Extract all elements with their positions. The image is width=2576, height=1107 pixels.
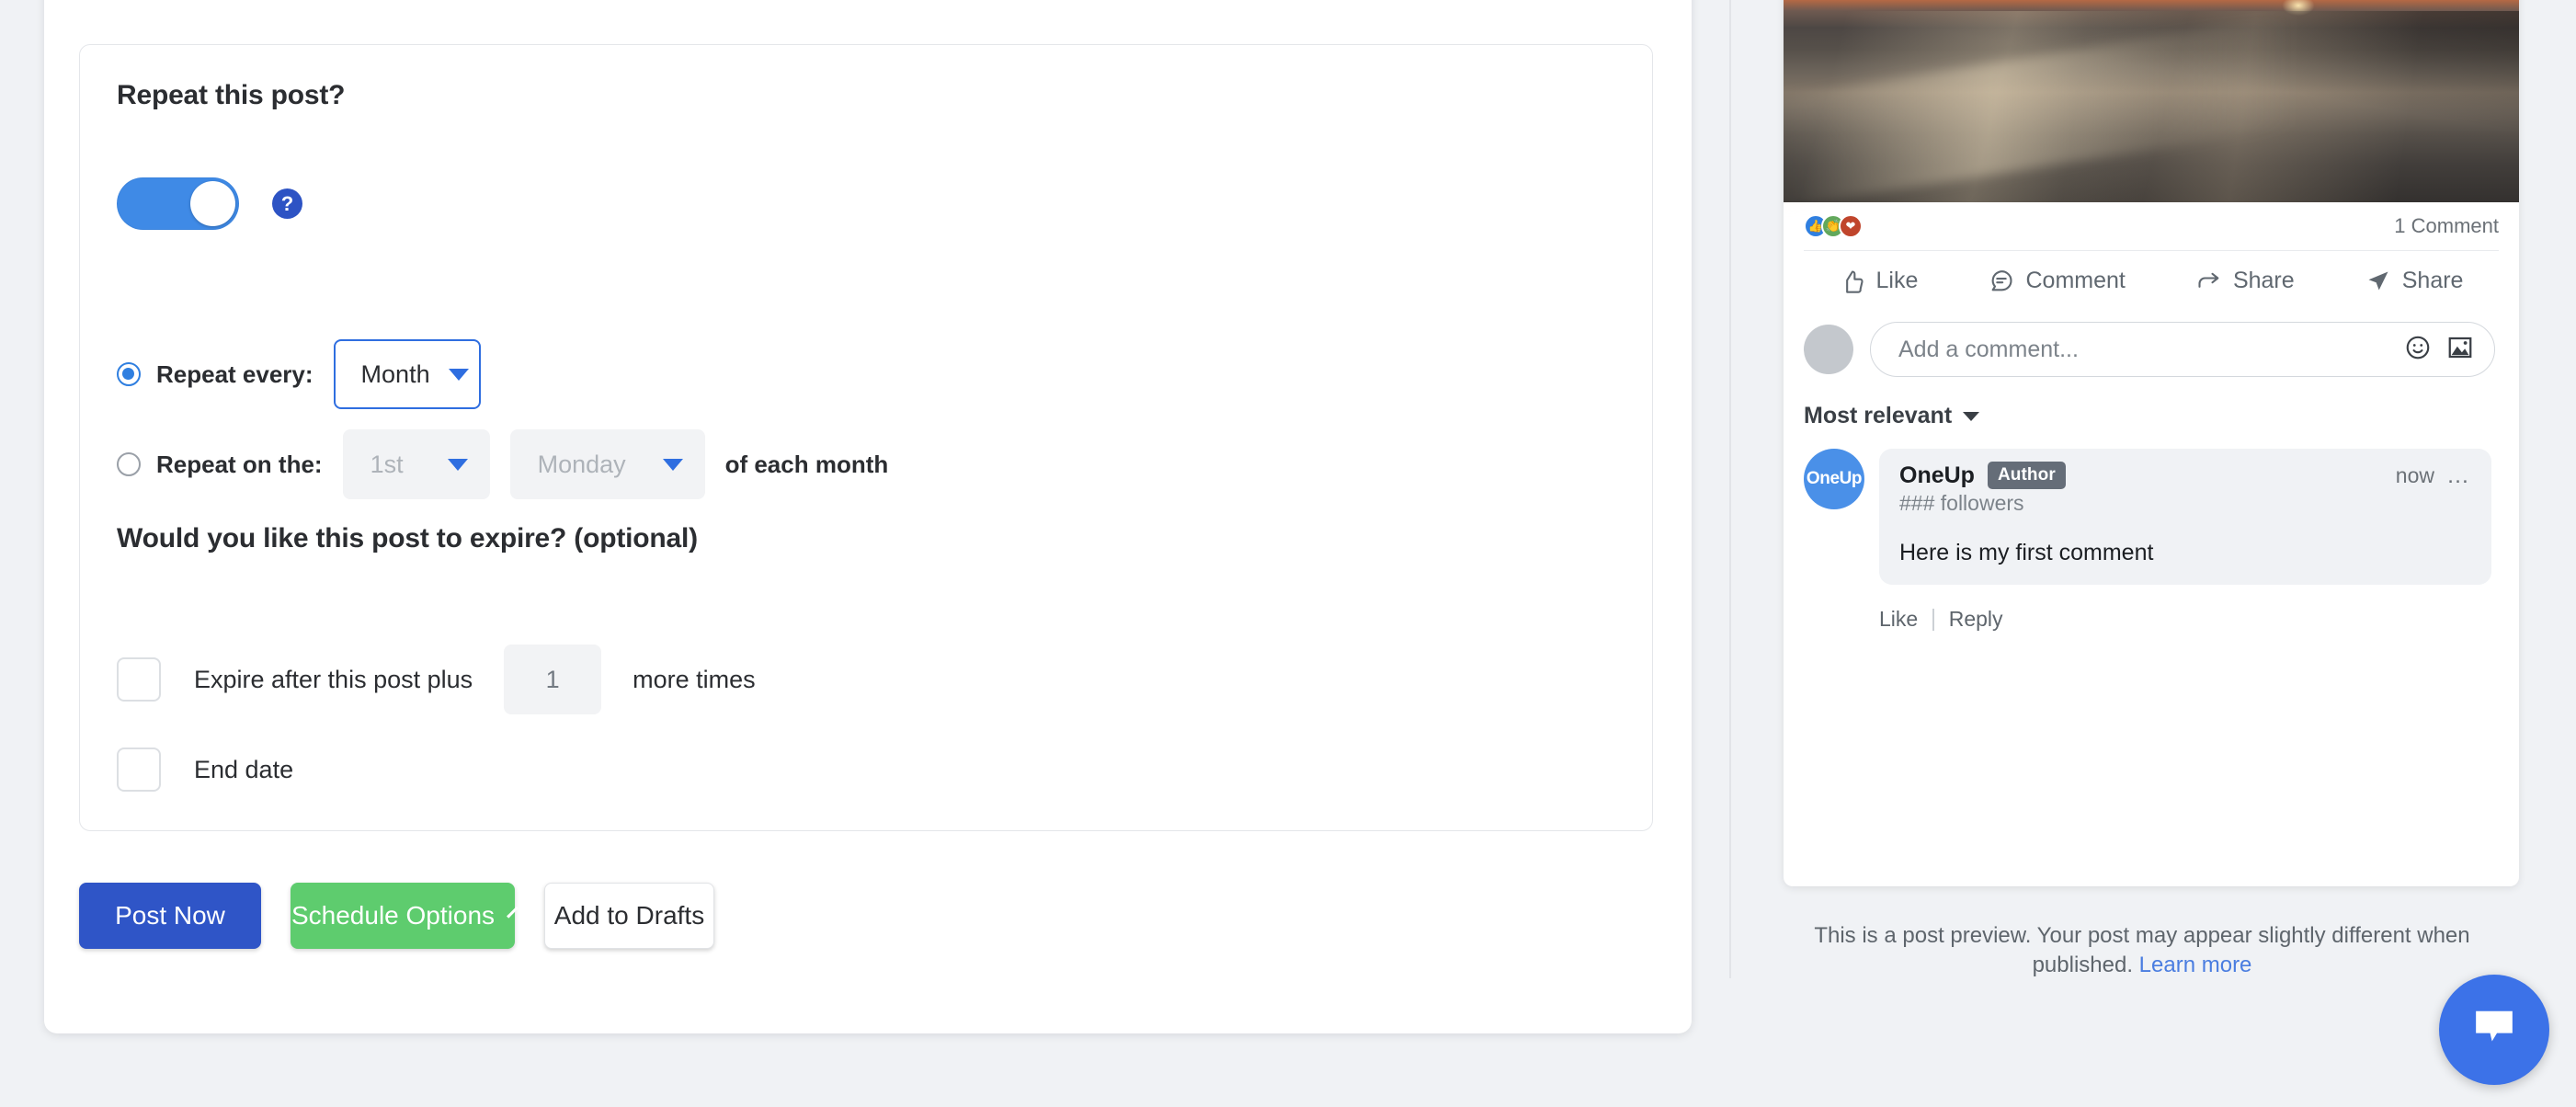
comment-meta: now …: [2396, 463, 2471, 488]
chat-bubble-icon: [2468, 1002, 2520, 1058]
comment-header: OneUp Author now …: [1899, 462, 2471, 489]
repeat-interval-select[interactable]: Month: [333, 339, 481, 409]
comment-like-link[interactable]: Like: [1879, 607, 1918, 632]
arrow-share-icon: [2196, 268, 2222, 294]
post-image: [1784, 0, 2519, 212]
comment-bubble: OneUp Author now … ### followers Here is…: [1879, 449, 2491, 585]
speech-bubble-icon: [1989, 268, 2014, 294]
repeat-interval-value: Month: [360, 359, 430, 388]
repeat-toggle-row: ?: [117, 177, 302, 230]
repeat-on-the-label: Repeat on the:: [156, 450, 323, 478]
comment-author-name: OneUp: [1899, 462, 1975, 488]
end-date-checkbox[interactable]: [117, 748, 161, 792]
more-options-icon[interactable]: …: [2446, 464, 2471, 487]
add-to-drafts-button[interactable]: Add to Drafts: [544, 883, 714, 949]
repeat-every-row: Repeat every: Month: [117, 339, 481, 409]
repeat-on-the-radio[interactable]: [117, 452, 141, 476]
share-button-label: Share: [2232, 268, 2295, 293]
thumbs-up-icon: [1840, 268, 1865, 294]
learn-more-link[interactable]: Learn more: [2139, 953, 2252, 977]
post-now-button[interactable]: Post Now: [79, 883, 261, 949]
author-badge: Author: [1987, 462, 2066, 489]
post-action-bar: Like Comment Share Share: [1804, 250, 2499, 311]
divider: [1932, 608, 1934, 631]
emoji-smiley-icon[interactable]: [2404, 334, 2432, 366]
comment-input[interactable]: Add a comment...: [1870, 322, 2495, 377]
schedule-options-label: Schedule Options: [291, 901, 496, 930]
repeat-every-label: Repeat every:: [156, 359, 313, 388]
avatar: [1804, 325, 1853, 374]
ordinal-value: 1st: [370, 450, 404, 478]
comment-list-item: OneUp OneUp Author now … ### followers H…: [1804, 449, 2491, 585]
repeat-post-panel: Repeat this post? ? Repeat every: Month: [79, 44, 1653, 831]
comment-actions: Like Reply: [1879, 607, 2003, 632]
reaction-icons: 👍 👏 ❤: [1804, 214, 1863, 238]
repeat-section-title: Repeat this post?: [117, 80, 346, 110]
repeat-on-the-row: Repeat on the: 1st Monday of each month: [117, 429, 888, 499]
expire-after-checkbox[interactable]: [117, 657, 161, 702]
toggle-knob: [190, 181, 235, 226]
avatar: OneUp: [1804, 449, 1864, 509]
comment-count-label: 1 Comment: [2394, 214, 2499, 237]
expire-after-label: Expire after this post plus: [194, 665, 473, 693]
comment-sort-label: Most relevant: [1804, 403, 1953, 428]
reactions-row: 👍 👏 ❤ 1 Comment: [1784, 202, 2519, 250]
chevron-down-icon: [1963, 411, 1980, 421]
ordinal-select[interactable]: 1st: [342, 429, 490, 499]
expire-after-row: Expire after this post plus 1 more times: [117, 645, 756, 714]
chevron-down-icon: [507, 906, 519, 919]
expire-count-input[interactable]: 1: [504, 645, 602, 714]
weekday-select[interactable]: Monday: [509, 429, 705, 499]
comment-sort-dropdown[interactable]: Most relevant: [1804, 403, 1980, 429]
schedule-options-button[interactable]: Schedule Options: [291, 883, 519, 949]
end-date-label: End date: [194, 755, 294, 783]
of-each-month-label: of each month: [724, 450, 889, 478]
share-button[interactable]: Share: [2196, 268, 2295, 294]
repeat-post-toggle[interactable]: [117, 177, 239, 230]
comment-button[interactable]: Comment: [1989, 268, 2126, 294]
comment-followers: ### followers: [1899, 491, 2024, 515]
repeat-every-radio[interactable]: [117, 362, 141, 386]
love-reaction-icon: ❤: [1839, 214, 1863, 238]
chevron-down-icon: [447, 458, 468, 471]
expire-section-title: Would you like this post to expire? (opt…: [117, 523, 698, 554]
comment-button-label: Comment: [2025, 268, 2126, 293]
page-root: Repeat this post? ? Repeat every: Month: [0, 0, 2576, 1107]
composer-card: Repeat this post? ? Repeat every: Month: [44, 0, 1692, 1033]
like-button[interactable]: Like: [1840, 268, 1919, 294]
comment-body: Here is my first comment: [1899, 540, 2154, 565]
comment-reply-link[interactable]: Reply: [1949, 607, 2003, 632]
send-plane-icon: [2365, 268, 2391, 294]
comment-input-placeholder: Add a comment...: [1898, 336, 2079, 362]
send-share-button[interactable]: Share: [2365, 268, 2464, 294]
post-preview-card: 👍 👏 ❤ 1 Comment Like Comment Share Share…: [1784, 0, 2519, 886]
end-date-row: End date: [117, 748, 293, 792]
more-times-label: more times: [633, 665, 756, 693]
weekday-value: Monday: [537, 450, 626, 478]
like-button-label: Like: [1875, 268, 1919, 293]
image-attach-icon[interactable]: [2446, 334, 2474, 366]
add-comment-row: Add a comment...: [1804, 322, 2495, 377]
preview-footer-note: This is a post preview. Your post may ap…: [1774, 921, 2510, 981]
help-icon[interactable]: ?: [272, 188, 302, 219]
chevron-down-icon: [448, 368, 469, 381]
send-share-label: Share: [2401, 268, 2464, 293]
composer-actions: Post Now Schedule Options Add to Drafts: [79, 883, 714, 949]
chat-widget-button[interactable]: [2439, 975, 2549, 1085]
panel-divider: [1729, 0, 1731, 978]
chevron-down-icon: [662, 458, 683, 471]
comment-timestamp: now: [2395, 462, 2434, 487]
